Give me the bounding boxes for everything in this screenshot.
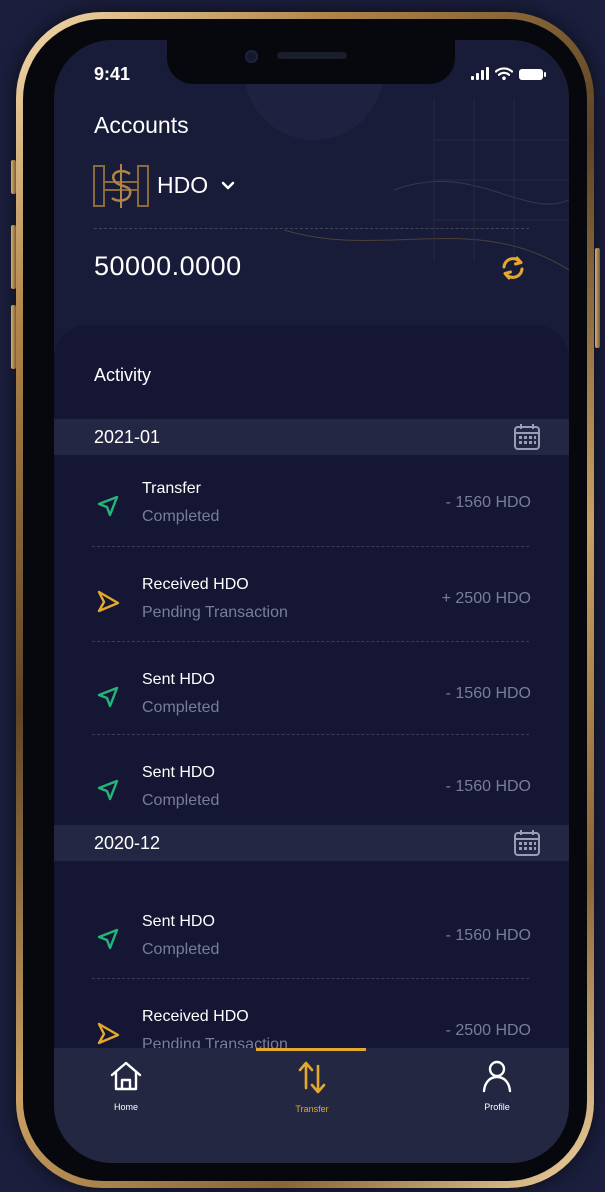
transaction-row[interactable]: Sent HDO Completed - 1560 HDO [54, 752, 569, 832]
side-button-left-1 [11, 160, 16, 194]
transaction-status: Pending Transaction [142, 604, 288, 621]
sent-arrow-icon [97, 686, 119, 708]
row-divider [92, 978, 529, 979]
sent-arrow-icon [97, 495, 119, 517]
transfer-icon [298, 1061, 326, 1094]
date-group-header: 2020-12 [54, 825, 569, 861]
sent-arrow-icon [97, 779, 119, 801]
tab-label: Home [113, 1102, 138, 1112]
tab-profile[interactable]: Profile [442, 1058, 552, 1112]
side-button-left-3 [11, 305, 16, 369]
sent-arrow-icon [97, 928, 119, 950]
home-icon [110, 1061, 142, 1091]
side-button-left-2 [11, 225, 16, 289]
transaction-title: Received HDO [142, 1008, 249, 1025]
bottom-tab-bar: Home Transfer Profile [54, 1048, 569, 1163]
tab-label: Transfer [295, 1104, 329, 1114]
transaction-title: Transfer [142, 480, 201, 497]
cellular-signal-icon [471, 67, 489, 80]
active-tab-indicator [256, 1048, 366, 1051]
chevron-down-icon[interactable] [220, 172, 236, 198]
account-selector[interactable]: HDO [157, 172, 208, 199]
app-screen: 9:41 Accounts HDO 50000.0000 Activity 20… [54, 40, 569, 1163]
received-arrow-icon [97, 1022, 120, 1045]
group-date: 2020-12 [94, 832, 161, 853]
speaker-grill [277, 52, 347, 59]
date-group-header: 2021-01 [54, 419, 569, 455]
transaction-row[interactable]: Received HDO Pending Transaction + 2500 … [54, 564, 569, 644]
transaction-status: Completed [142, 792, 220, 809]
wifi-icon [495, 67, 513, 80]
transaction-amount: - 1560 HDO [445, 685, 531, 702]
received-arrow-icon [97, 590, 120, 613]
notch [167, 40, 455, 84]
group-date: 2021-01 [94, 426, 161, 447]
calendar-icon[interactable] [513, 423, 541, 451]
battery-icon [519, 69, 546, 80]
transaction-title: Sent HDO [142, 913, 215, 930]
row-divider [92, 641, 529, 642]
tab-label: Profile [484, 1102, 510, 1112]
transaction-amount: - 1560 HDO [445, 494, 531, 511]
transaction-amount: + 2500 HDO [441, 590, 531, 607]
transaction-status: Completed [142, 508, 220, 525]
transaction-status: Completed [142, 699, 220, 716]
hdo-logo-icon [93, 164, 149, 208]
transaction-amount: - 2500 HDO [445, 1022, 531, 1039]
transaction-status: Completed [142, 941, 220, 958]
refresh-icon[interactable] [498, 254, 528, 282]
row-divider [92, 734, 529, 735]
activity-heading: Activity [94, 365, 152, 385]
transaction-title: Sent HDO [142, 671, 215, 688]
transaction-amount: - 1560 HDO [445, 778, 531, 795]
transaction-title: Sent HDO [142, 764, 215, 781]
row-divider [92, 546, 529, 547]
transaction-row[interactable]: Transfer Completed - 1560 HDO [54, 468, 569, 548]
header-divider [94, 228, 529, 229]
transaction-row[interactable]: Sent HDO Completed - 1560 HDO [54, 901, 569, 981]
tab-transfer[interactable]: Transfer [257, 1058, 367, 1114]
status-icons [471, 67, 546, 80]
transaction-title: Received HDO [142, 576, 249, 593]
status-time: 9:41 [94, 64, 131, 84]
account-balance: 50000.0000 [94, 251, 242, 281]
page-title: Accounts [94, 112, 189, 138]
transaction-row[interactable]: Sent HDO Completed - 1560 HDO [54, 659, 569, 739]
front-camera [245, 50, 258, 63]
transaction-amount: - 1560 HDO [445, 927, 531, 944]
side-button-right [595, 248, 600, 348]
profile-icon [482, 1060, 512, 1093]
tab-home[interactable]: Home [71, 1058, 181, 1112]
calendar-icon[interactable] [513, 829, 541, 857]
